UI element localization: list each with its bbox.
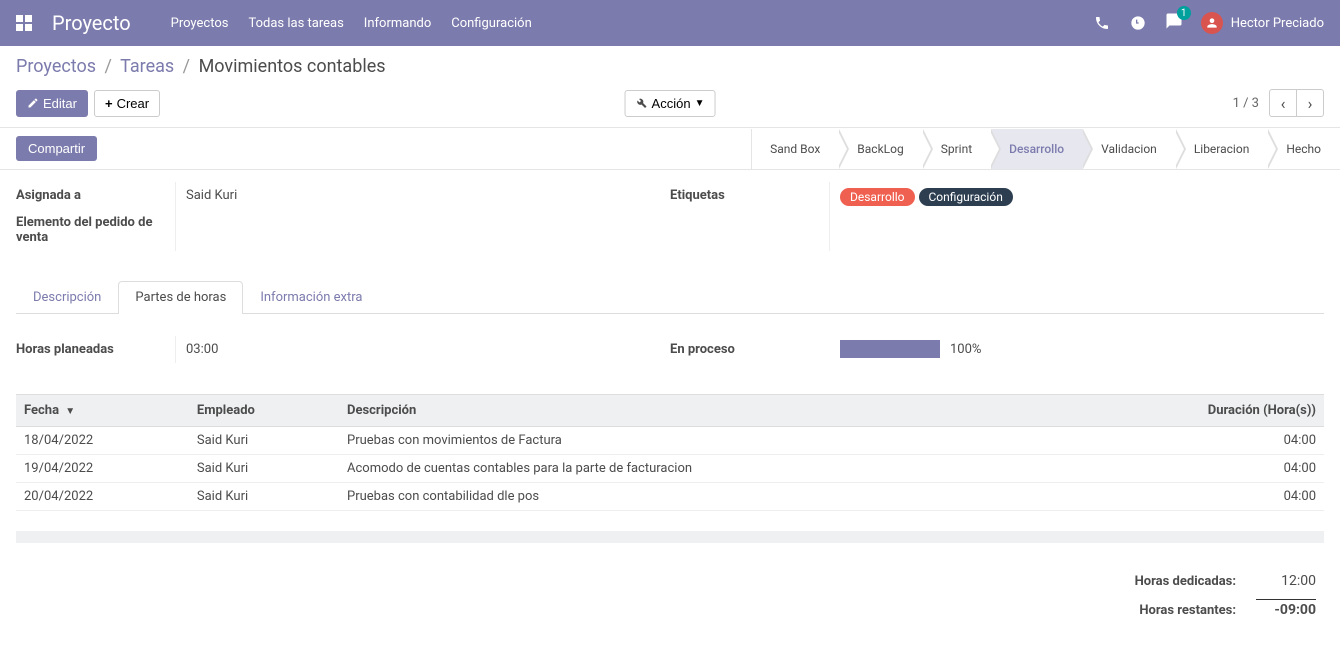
- control-panel: Proyectos / Tareas / Movimientos contabl…: [0, 46, 1340, 128]
- col-duration[interactable]: Duración (Hora(s)): [1072, 395, 1324, 427]
- nav-menu-informando[interactable]: Informando: [364, 16, 431, 31]
- dedicated-hours-label: Horas dedicadas:: [1135, 574, 1236, 589]
- table-row[interactable]: 19/04/2022Said KuriAcomodo de cuentas co…: [16, 455, 1324, 483]
- planned-hours-value: 03:00: [176, 336, 228, 363]
- sort-desc-icon: ▼: [65, 406, 75, 417]
- pager-text: 1 / 3: [1233, 96, 1259, 111]
- status-row: Compartir Sand BoxBackLogSprintDesarroll…: [0, 128, 1340, 170]
- cell-description: Pruebas con contabilidad dle pos: [339, 483, 1072, 511]
- edit-button[interactable]: Editar: [16, 90, 88, 117]
- messaging-icon[interactable]: 1: [1165, 12, 1183, 34]
- cell-duration: 04:00: [1072, 455, 1324, 483]
- planned-hours-label: Horas planeadas: [16, 336, 176, 363]
- cell-description: Pruebas con movimientos de Factura: [339, 427, 1072, 455]
- chevron-down-icon: ▼: [695, 98, 705, 109]
- nav-menu-proyectos[interactable]: Proyectos: [171, 16, 229, 31]
- cell-date: 18/04/2022: [16, 427, 189, 455]
- col-date[interactable]: Fecha ▼: [16, 395, 189, 427]
- assigned-to-label: Asignada a: [16, 182, 176, 209]
- tags-label: Etiquetas: [670, 182, 830, 251]
- assigned-to-value: Said Kuri: [176, 182, 670, 251]
- col-employee[interactable]: Empleado: [189, 395, 339, 427]
- cell-date: 20/04/2022: [16, 483, 189, 511]
- stage-desarrollo[interactable]: Desarrollo: [991, 129, 1083, 169]
- col-description[interactable]: Descripción: [339, 395, 1072, 427]
- stage-sprint[interactable]: Sprint: [923, 129, 991, 169]
- apps-icon[interactable]: [16, 15, 32, 31]
- stage-validacion[interactable]: Validacion: [1083, 129, 1176, 169]
- breadcrumb-current: Movimientos contables: [199, 56, 386, 77]
- share-button[interactable]: Compartir: [16, 136, 97, 161]
- progress-bar: [840, 340, 940, 358]
- activity-icon[interactable]: [1129, 14, 1147, 32]
- timesheet-table: Fecha ▼ Empleado Descripción Duración (H…: [16, 394, 1324, 511]
- cell-employee: Said Kuri: [189, 427, 339, 455]
- username: Hector Preciado: [1231, 16, 1324, 31]
- totals: Horas dedicadas: 12:00 Horas restantes: …: [16, 573, 1324, 618]
- wrench-icon: [636, 97, 648, 109]
- tag: Desarrollo: [840, 188, 915, 206]
- table-footer-bar: [16, 531, 1324, 543]
- status-bar: Sand BoxBackLogSprintDesarrolloValidacio…: [751, 129, 1340, 169]
- tabs: DescripciónPartes de horasInformación ex…: [16, 281, 1324, 314]
- remaining-hours-value: -09:00: [1256, 599, 1316, 618]
- breadcrumb-proyectos[interactable]: Proyectos: [16, 56, 96, 77]
- progress-percent: 100%: [950, 342, 981, 357]
- progress-label: En proceso: [670, 336, 830, 363]
- tab-información-extra[interactable]: Información extra: [243, 281, 379, 313]
- cell-duration: 04:00: [1072, 483, 1324, 511]
- stage-hecho[interactable]: Hecho: [1268, 129, 1340, 169]
- cell-employee: Said Kuri: [189, 455, 339, 483]
- nav-menu-configuracion[interactable]: Configuración: [451, 16, 532, 31]
- tab-partes-de-horas[interactable]: Partes de horas: [118, 281, 243, 314]
- table-row[interactable]: 18/04/2022Said KuriPruebas con movimient…: [16, 427, 1324, 455]
- so-item-label: Elemento del pedido de venta: [16, 209, 176, 251]
- phone-icon[interactable]: [1093, 14, 1111, 32]
- user-menu[interactable]: Hector Preciado: [1201, 12, 1324, 34]
- action-dropdown[interactable]: Acción ▼: [625, 90, 716, 117]
- app-title: Proyecto: [52, 11, 131, 35]
- avatar: [1201, 12, 1223, 34]
- pencil-icon: [27, 97, 39, 109]
- cell-date: 19/04/2022: [16, 455, 189, 483]
- navbar-menu: Proyectos Todas las tareas Informando Co…: [171, 16, 532, 31]
- stage-backlog[interactable]: BackLog: [839, 129, 922, 169]
- tab-descripción[interactable]: Descripción: [16, 281, 118, 313]
- chevron-right-icon: ›: [1308, 94, 1313, 113]
- form-body: Asignada a Elemento del pedido de venta …: [0, 170, 1340, 650]
- dedicated-hours-value: 12:00: [1256, 573, 1316, 589]
- cell-duration: 04:00: [1072, 427, 1324, 455]
- tab-content-timesheets: Horas planeadas 03:00 En proceso 100% Fe…: [16, 314, 1324, 638]
- stage-liberacion[interactable]: Liberacion: [1176, 129, 1269, 169]
- message-badge: 1: [1177, 6, 1191, 20]
- navbar: Proyecto Proyectos Todas las tareas Info…: [0, 0, 1340, 46]
- nav-menu-tareas[interactable]: Todas las tareas: [248, 16, 343, 31]
- chevron-left-icon: ‹: [1281, 94, 1286, 113]
- breadcrumb-tareas[interactable]: Tareas: [120, 56, 174, 77]
- tags-container: DesarrolloConfiguración: [840, 188, 1314, 206]
- tag: Configuración: [919, 188, 1013, 206]
- cell-description: Acomodo de cuentas contables para la par…: [339, 455, 1072, 483]
- pager-prev-button[interactable]: ‹: [1269, 89, 1297, 117]
- remaining-hours-label: Horas restantes:: [1139, 603, 1236, 618]
- stage-sand-box[interactable]: Sand Box: [752, 129, 839, 169]
- plus-icon: +: [105, 96, 113, 111]
- pager-next-button[interactable]: ›: [1296, 89, 1324, 117]
- breadcrumb: Proyectos / Tareas / Movimientos contabl…: [16, 56, 1324, 77]
- table-row[interactable]: 20/04/2022Said KuriPruebas con contabili…: [16, 483, 1324, 511]
- create-button[interactable]: + Crear: [94, 90, 160, 117]
- cell-employee: Said Kuri: [189, 483, 339, 511]
